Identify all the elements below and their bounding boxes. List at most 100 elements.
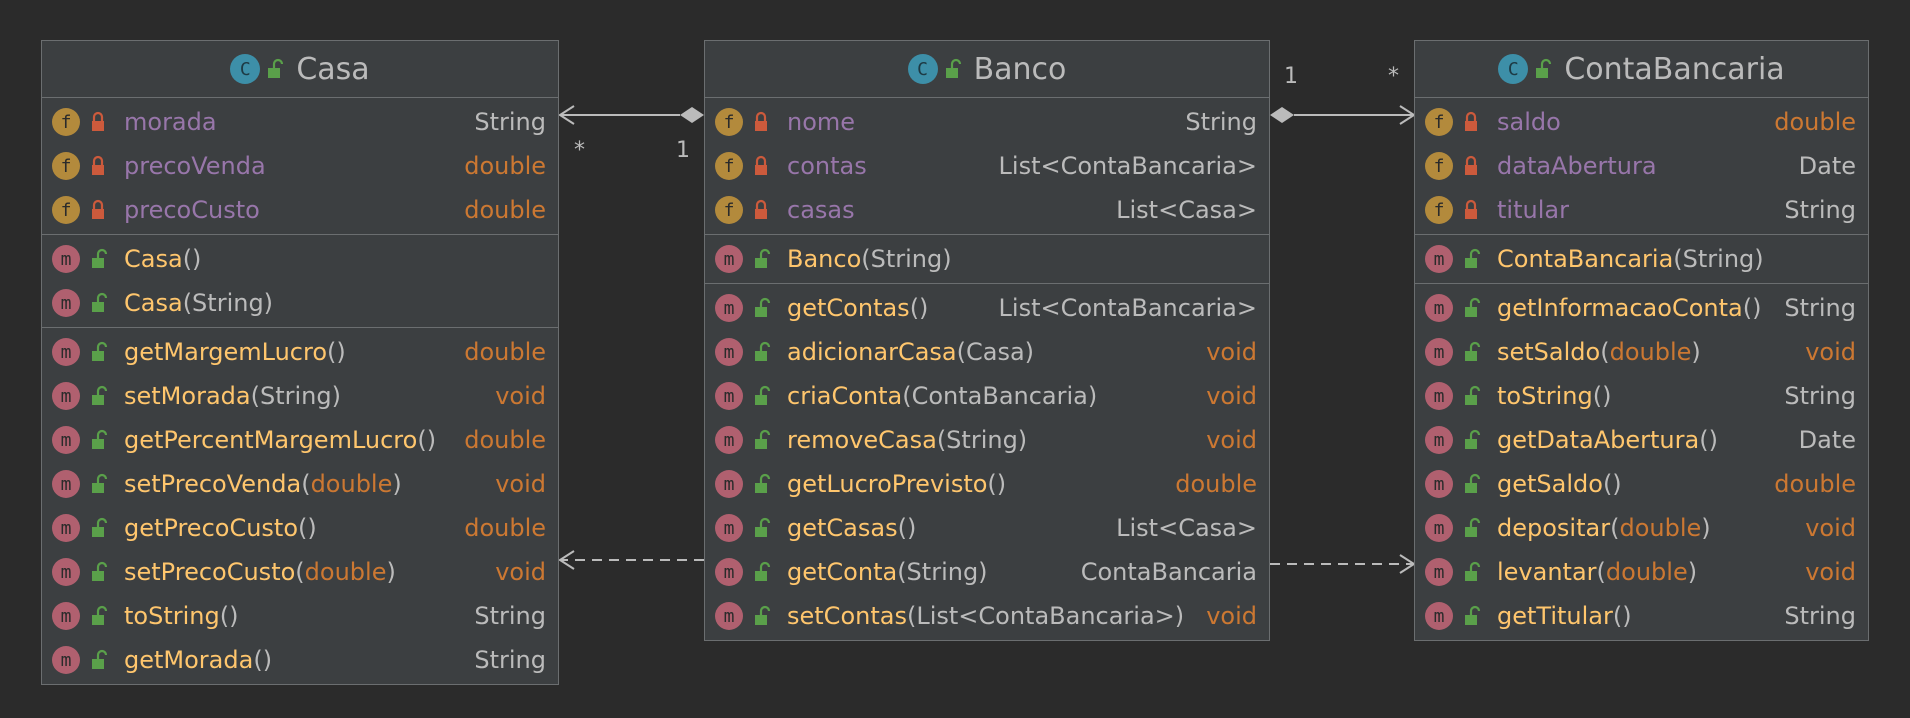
public-visibility-icon: [755, 297, 771, 317]
field-row[interactable]: f precoVenda double: [42, 144, 558, 188]
field-row[interactable]: f morada String: [42, 100, 558, 144]
public-visibility-icon: [755, 429, 771, 449]
method-row[interactable]: m levantar (double) void: [1415, 550, 1868, 594]
param-part: double: [310, 470, 393, 498]
field-type: double: [464, 152, 546, 180]
method-row[interactable]: m setPrecoVenda (double) void: [42, 462, 558, 506]
method-params: (): [1603, 470, 1622, 498]
method-row[interactable]: m getPercentMargemLucro() double: [42, 418, 558, 462]
method-row[interactable]: m getTitular() String: [1415, 594, 1868, 638]
public-visibility-icon: [1465, 429, 1481, 449]
method-params: (): [417, 426, 436, 454]
private-visibility-icon: [1465, 111, 1477, 131]
method-params: (): [1613, 602, 1632, 630]
method-row[interactable]: m getLucroPrevisto() double: [705, 462, 1269, 506]
multiplicity-conta-many: *: [1388, 64, 1399, 89]
public-visibility-icon: [1465, 561, 1481, 581]
methods-section: m getInformacaoConta() String m setSaldo (dou…: [1415, 284, 1868, 640]
method-row[interactable]: m depositar (double) void: [1415, 506, 1868, 550]
field-name: titular: [1497, 196, 1569, 224]
constructor-row[interactable]: m ContaBancaria (String): [1415, 237, 1868, 281]
method-params: (Casa): [957, 338, 1034, 366]
method-row[interactable]: m getMargemLucro() double: [42, 330, 558, 374]
method-name: criaConta: [787, 382, 903, 410]
field-icon: f: [1425, 196, 1453, 224]
method-row[interactable]: m getMorada() String: [42, 638, 558, 682]
return-type: String: [474, 602, 546, 630]
return-type: void: [1805, 338, 1856, 366]
class-box-banco[interactable]: C Banco f nome String f contas List<ContaBancar…: [704, 40, 1270, 641]
method-row[interactable]: m getDataAbertura() Date: [1415, 418, 1868, 462]
constructor-name: Casa: [124, 245, 183, 273]
method-row[interactable]: m getPrecoCusto() double: [42, 506, 558, 550]
methods-section: m getContas() List<ContaBancaria> m adiciona…: [705, 284, 1269, 640]
public-visibility-icon: [92, 561, 108, 581]
public-visibility-icon: [1465, 341, 1481, 361]
multiplicity-banco-one-right: 1: [1284, 64, 1298, 89]
constructor-row[interactable]: m Casa (String): [42, 281, 558, 325]
constructor-row[interactable]: m Banco (String): [705, 237, 1269, 281]
method-row[interactable]: m criaConta (ContaBancaria) void: [705, 374, 1269, 418]
method-row[interactable]: m getConta (String) ContaBancaria: [705, 550, 1269, 594]
param-part: double: [304, 558, 387, 586]
method-row[interactable]: m getCasas() List<Casa>: [705, 506, 1269, 550]
method-row[interactable]: m getInformacaoConta() String: [1415, 286, 1868, 330]
method-row[interactable]: m toString() String: [42, 594, 558, 638]
method-row[interactable]: m setPrecoCusto (double) void: [42, 550, 558, 594]
method-params: (String): [251, 382, 341, 410]
param-part: (): [219, 602, 239, 630]
param-part: double: [1605, 558, 1688, 586]
return-type: void: [1206, 602, 1257, 630]
field-icon: f: [1425, 152, 1453, 180]
return-type: String: [1784, 382, 1856, 410]
method-row[interactable]: m toString() String: [1415, 374, 1868, 418]
field-row[interactable]: f dataAbertura Date: [1415, 144, 1868, 188]
method-row[interactable]: m adicionarCasa (Casa) void: [705, 330, 1269, 374]
multiplicity-casa-many: *: [574, 138, 585, 163]
public-visibility-icon: [755, 517, 771, 537]
param-part: (): [987, 470, 1007, 498]
field-row[interactable]: f saldo double: [1415, 100, 1868, 144]
method-icon: m: [52, 470, 80, 498]
field-row[interactable]: f casas List<Casa>: [705, 188, 1269, 232]
constructor-row[interactable]: m Casa(): [42, 237, 558, 281]
method-params: (String): [937, 426, 1027, 454]
uml-class-diagram: * 1 1 * C Casa f morada String f precoVenda dou…: [0, 0, 1910, 718]
field-icon: f: [715, 108, 743, 136]
method-name: setSaldo: [1497, 338, 1601, 366]
constructor-name: Casa: [124, 289, 183, 317]
return-type: double: [1774, 470, 1856, 498]
method-row[interactable]: m getSaldo() double: [1415, 462, 1868, 506]
field-row[interactable]: f contas List<ContaBancaria>: [705, 144, 1269, 188]
param-part: (: [301, 470, 311, 498]
field-type: List<Casa>: [1116, 196, 1257, 224]
method-params: (): [1743, 294, 1762, 322]
class-box-contabancaria[interactable]: C ContaBancaria f saldo double f dataAbertura D…: [1414, 40, 1869, 641]
param-part: (): [417, 426, 437, 454]
field-icon: f: [52, 108, 80, 136]
field-row[interactable]: f nome String: [705, 100, 1269, 144]
method-icon: m: [1425, 602, 1453, 630]
param-part: double: [1609, 338, 1692, 366]
field-row[interactable]: f precoCusto double: [42, 188, 558, 232]
method-params: (List<ContaBancaria>): [907, 602, 1184, 630]
method-row[interactable]: m setMorada (String) void: [42, 374, 558, 418]
field-row[interactable]: f titular String: [1415, 188, 1868, 232]
method-row[interactable]: m setSaldo (double) void: [1415, 330, 1868, 374]
method-row[interactable]: m setContas (List<ContaBancaria>) void: [705, 594, 1269, 638]
field-type: List<ContaBancaria>: [998, 152, 1257, 180]
method-name: toString: [1497, 382, 1593, 410]
method-name: getContas: [787, 294, 910, 322]
multiplicity-banco-one-left: 1: [676, 138, 690, 163]
param-part: ): [386, 558, 396, 586]
param-part: (: [1600, 338, 1610, 366]
private-visibility-icon: [1465, 199, 1477, 219]
class-header: C Banco: [705, 41, 1269, 98]
field-name: nome: [787, 108, 856, 136]
method-params: (): [1699, 426, 1718, 454]
method-row[interactable]: m getContas() List<ContaBancaria>: [705, 286, 1269, 330]
class-box-casa[interactable]: C Casa f morada String f precoVenda double f prec…: [41, 40, 559, 685]
field-icon: f: [52, 196, 80, 224]
method-row[interactable]: m removeCasa (String) void: [705, 418, 1269, 462]
method-name: getSaldo: [1497, 470, 1603, 498]
